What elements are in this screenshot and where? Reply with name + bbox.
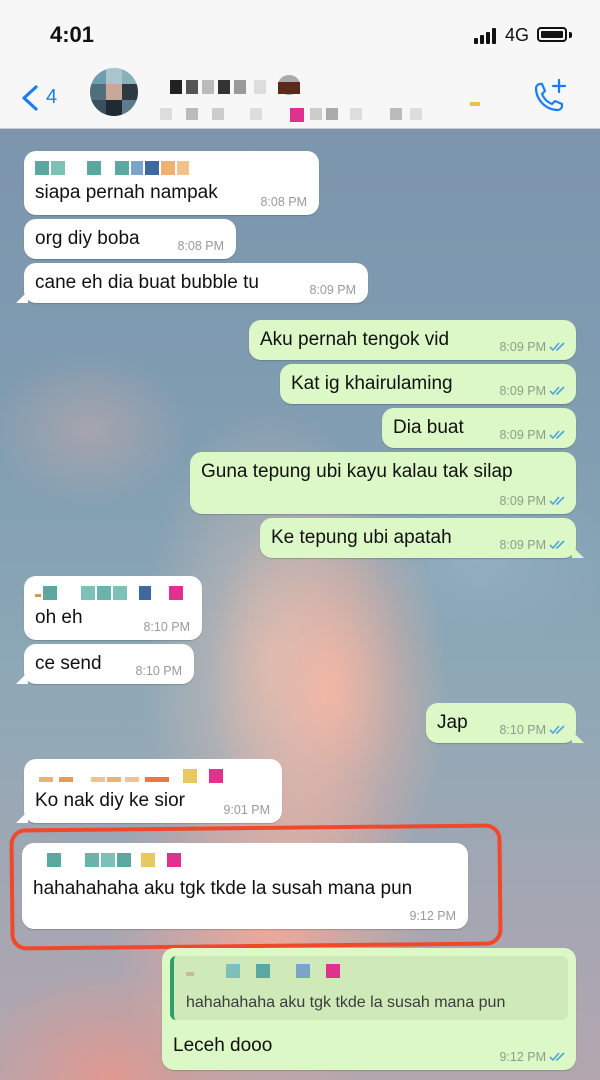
double-check-icon [549, 496, 565, 506]
status-bar: 4:01 4G [0, 0, 600, 68]
quoted-text: hahahahaha aku tgk tkde la susah mana pu… [186, 994, 506, 1011]
message-time: 9:12 PM [499, 1050, 546, 1064]
message-time: 9:01 PM [223, 803, 270, 817]
double-check-icon [549, 342, 565, 352]
chevron-left-icon [22, 85, 38, 111]
message-outgoing[interactable]: Aku pernah tengok vid 8:09 PM [249, 320, 576, 360]
add-call-button[interactable] [528, 78, 572, 118]
unread-count: 4 [46, 86, 58, 108]
message-time: 8:09 PM [499, 538, 546, 552]
signal-icon [474, 28, 498, 44]
message-incoming[interactable]: ce send 8:10 PM [16, 644, 194, 684]
quoted-message[interactable]: hahahahaha aku tgk tkde la susah mana pu… [170, 956, 568, 1020]
quoted-sender-censored [186, 964, 346, 980]
highlight-annotation [9, 823, 503, 951]
message-time: 8:09 PM [499, 340, 546, 354]
double-check-icon [549, 430, 565, 440]
status-time: 4:01 [50, 22, 95, 47]
message-time: 8:09 PM [499, 428, 546, 442]
double-check-icon [549, 1052, 565, 1062]
sender-name-censored [35, 586, 205, 602]
message-time: 8:09 PM [309, 283, 356, 297]
message-incoming[interactable]: Ko nak diy ke sior 9:01 PM [16, 759, 282, 823]
battery-icon [537, 27, 567, 42]
network-label: 4G [505, 25, 530, 45]
message-outgoing[interactable]: Guna tepung ubi kayu kalau tak silap 8:0… [190, 452, 576, 514]
message-time: 8:09 PM [499, 384, 546, 398]
message-incoming[interactable]: cane eh dia buat bubble tu 8:09 PM [16, 263, 368, 303]
double-check-icon [549, 386, 565, 396]
contact-name-censored[interactable] [150, 72, 500, 122]
message-outgoing[interactable]: Kat ig khairulaming 8:09 PM [280, 364, 576, 404]
battery-cap [569, 32, 572, 38]
chat-area[interactable]: siapa pernah nampak 8:08 PM org diy boba… [0, 129, 600, 1080]
message-outgoing[interactable]: Jap 8:10 PM [426, 703, 584, 743]
message-time: 8:08 PM [260, 195, 307, 209]
message-text: Guna tepung ubi kayu kalau tak silap [201, 461, 513, 482]
message-time: 8:10 PM [499, 723, 546, 737]
double-check-icon [549, 725, 565, 735]
sender-name-censored [35, 161, 205, 177]
message-outgoing-reply[interactable]: hahahahaha aku tgk tkde la susah mana pu… [162, 948, 576, 1070]
phone-plus-icon [534, 78, 567, 112]
message-time: 8:10 PM [143, 620, 190, 634]
avatar[interactable] [90, 68, 138, 116]
double-check-icon [549, 540, 565, 550]
message-incoming[interactable]: oh eh 8:10 PM [24, 576, 202, 640]
message-time: 8:08 PM [177, 239, 224, 253]
back-button[interactable]: 4 [14, 78, 74, 118]
sender-name-censored [35, 769, 223, 785]
message-outgoing[interactable]: Dia buat 8:09 PM [382, 408, 576, 448]
message-incoming[interactable]: siapa pernah nampak 8:08 PM [24, 151, 319, 215]
message-outgoing[interactable]: Ke tepung ubi apatah 8:09 PM [260, 518, 584, 558]
message-incoming[interactable]: org diy boba 8:08 PM [24, 219, 236, 259]
message-time: 8:10 PM [135, 664, 182, 678]
message-time: 8:09 PM [499, 494, 546, 508]
chat-header: 4 [0, 68, 600, 129]
